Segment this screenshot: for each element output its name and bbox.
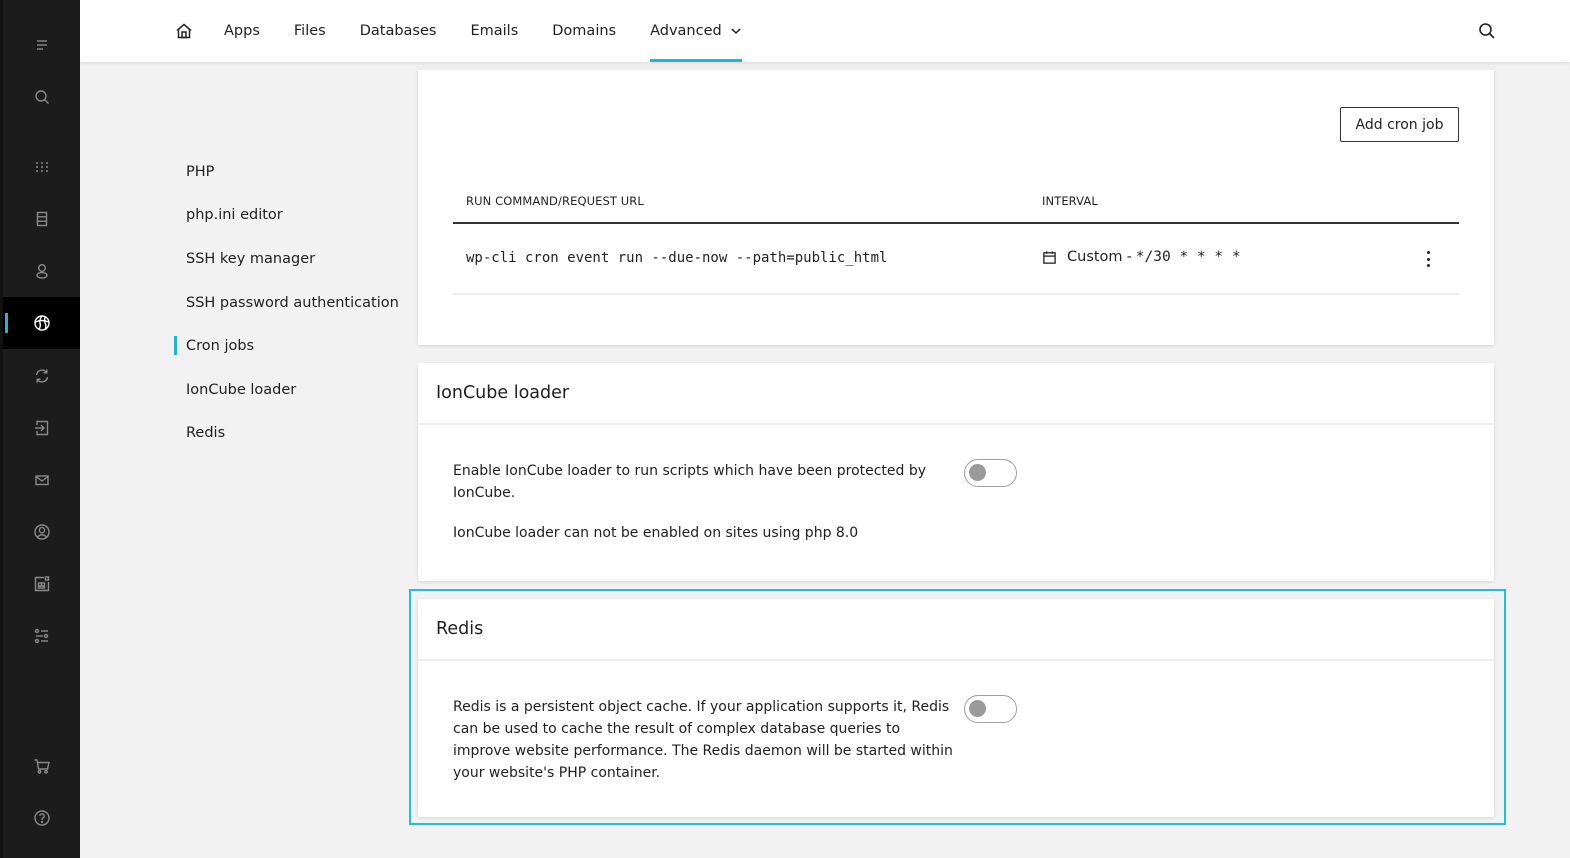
app-rail <box>0 0 80 858</box>
subnav-ssh-key-manager[interactable]: SSH key manager <box>174 237 404 281</box>
rail-user-button[interactable] <box>3 245 80 297</box>
subnav-ssh-password-auth[interactable]: SSH password authentication <box>174 281 404 325</box>
rail-menu-button[interactable] <box>3 19 80 71</box>
kebab-dot <box>1426 251 1430 254</box>
apps-grid-icon <box>35 162 48 172</box>
top-navigation: Apps Files Databases Emails Domains Adva… <box>80 0 1570 62</box>
advanced-subnav: PHP php.ini editor SSH key manager SSH p… <box>174 150 404 455</box>
interval-separator: - <box>1126 249 1132 265</box>
menu-icon <box>36 40 47 50</box>
calendar-icon <box>1043 250 1056 264</box>
nav-apps[interactable]: Apps <box>224 0 260 62</box>
account-icon <box>33 524 50 540</box>
redis-description: Redis is a persistent object cache. If y… <box>453 699 953 781</box>
rail-dashboard-button[interactable] <box>3 558 80 610</box>
rail-apps-button[interactable] <box>3 141 80 193</box>
subnav-ioncube-loader[interactable]: IonCube loader <box>174 368 404 412</box>
user-icon <box>35 264 48 279</box>
rail-server-button[interactable] <box>3 193 80 245</box>
help-icon <box>33 810 50 826</box>
cron-jobs-card: Add cron job RUN COMMAND/REQUEST URL INT… <box>418 68 1494 345</box>
rail-cart-button[interactable] <box>3 740 80 792</box>
redis-title: Redis <box>418 599 1494 661</box>
nav-files[interactable]: Files <box>294 0 326 62</box>
cron-table: RUN COMMAND/REQUEST URL INTERVAL wp-cli … <box>453 188 1459 295</box>
kebab-dot <box>1426 264 1430 267</box>
rail-sync-button[interactable] <box>3 350 80 402</box>
rail-settings-button[interactable] <box>3 610 80 662</box>
top-search-button[interactable] <box>1478 22 1496 40</box>
cron-interval: Custom - */30 * * * * <box>1042 249 1241 265</box>
ioncube-description: Enable IonCube loader to run scripts whi… <box>453 463 927 501</box>
toggle-knob <box>969 700 986 717</box>
home-link[interactable] <box>172 19 196 43</box>
redis-toggle[interactable] <box>964 695 1017 723</box>
rail-search-button[interactable] <box>3 71 80 123</box>
rail-domains-button[interactable] <box>3 297 80 349</box>
add-cron-job-button[interactable]: Add cron job <box>1340 107 1459 142</box>
subnav-php[interactable]: PHP <box>174 150 404 194</box>
subnav-php-ini-editor[interactable]: php.ini editor <box>174 194 404 238</box>
cron-command: wp-cli cron event run --due-now --path=p… <box>466 250 888 266</box>
redis-card: Redis Redis is a persistent object cache… <box>418 599 1494 817</box>
search-icon <box>34 90 49 104</box>
home-icon <box>176 23 192 39</box>
nav-emails[interactable]: Emails <box>470 0 518 62</box>
nav-advanced[interactable]: Advanced <box>650 0 742 62</box>
ioncube-card: IonCube loader Enable IonCube loader to … <box>418 363 1494 581</box>
subnav-cron-jobs[interactable]: Cron jobs <box>174 324 404 368</box>
globe-icon <box>33 315 50 331</box>
kebab-dot <box>1426 257 1430 261</box>
rail-mail-button[interactable] <box>3 454 80 506</box>
ioncube-note: IonCube loader can not be enabled on sit… <box>453 525 859 541</box>
dashboard-icon <box>34 576 49 592</box>
row-actions-menu[interactable] <box>1423 248 1433 270</box>
rail-help-button[interactable] <box>3 792 80 844</box>
interval-expression: */30 * * * * <box>1135 249 1241 265</box>
cron-table-header: RUN COMMAND/REQUEST URL INTERVAL <box>453 188 1459 224</box>
server-icon <box>36 211 47 227</box>
nav-domains[interactable]: Domains <box>552 0 616 62</box>
subnav-redis[interactable]: Redis <box>174 412 404 456</box>
chevron-down-icon <box>731 28 741 35</box>
cart-icon <box>34 759 50 774</box>
column-header-command: RUN COMMAND/REQUEST URL <box>466 194 644 208</box>
rail-login-button[interactable] <box>3 402 80 454</box>
nav-advanced-label: Advanced <box>650 23 722 39</box>
ioncube-toggle[interactable] <box>964 459 1017 487</box>
ioncube-title: IonCube loader <box>418 363 1494 425</box>
rail-account-button[interactable] <box>3 506 80 558</box>
column-header-interval: INTERVAL <box>1042 194 1098 208</box>
interval-label: Custom <box>1067 249 1123 265</box>
mail-icon <box>34 475 49 486</box>
sync-icon <box>35 369 48 383</box>
toggle-knob <box>969 464 986 481</box>
nav-databases[interactable]: Databases <box>360 0 437 62</box>
settings-sliders-icon <box>34 628 48 644</box>
login-icon <box>34 420 48 436</box>
table-row: wp-cli cron event run --due-now --path=p… <box>453 224 1459 295</box>
search-icon <box>1479 23 1495 39</box>
